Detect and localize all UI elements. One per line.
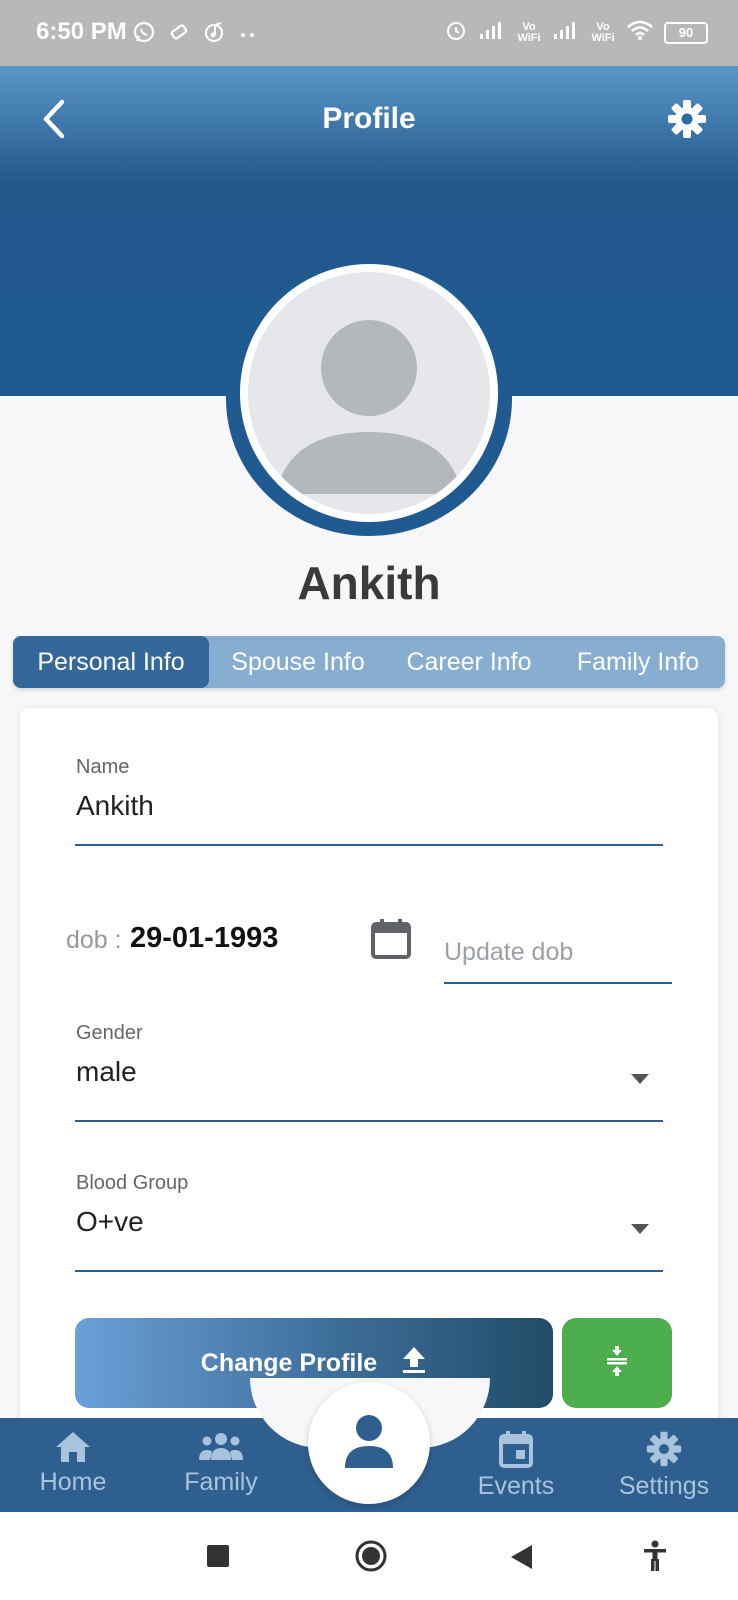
nav-family[interactable]: Family [151, 1430, 291, 1497]
back-triangle-icon[interactable] [508, 1543, 534, 1576]
tab-spouse-info[interactable]: Spouse Info [209, 636, 387, 688]
dob-label: dob : [66, 926, 122, 954]
change-profile-label: Change Profile [200, 1348, 378, 1377]
nav-family-label: Family [184, 1468, 258, 1496]
tab-family-info[interactable]: Family Info [551, 636, 725, 688]
status-time: 6:50 PM [36, 18, 127, 45]
event-calendar-icon [446, 1430, 586, 1468]
update-dob-underline [444, 982, 672, 984]
chevron-down-icon[interactable] [631, 1224, 649, 1234]
blood-group-select[interactable]: O+ve [76, 1206, 144, 1238]
recents-square-icon[interactable] [206, 1544, 230, 1573]
nav-home-label: Home [39, 1468, 107, 1496]
name-underline [75, 844, 663, 846]
upload-icon [401, 1345, 427, 1382]
home-icon [3, 1430, 143, 1464]
battery-icon: 90 [664, 21, 708, 44]
compress-button[interactable] [562, 1318, 672, 1408]
gender-select[interactable]: male [76, 1056, 137, 1088]
nav-settings-label: Settings [618, 1472, 710, 1500]
accessibility-icon[interactable] [642, 1540, 668, 1577]
alarm-icon [444, 18, 468, 47]
more-dots-icon [238, 26, 258, 44]
person-icon [342, 1413, 396, 1474]
vowifi-label: Vo WiFi [591, 20, 615, 44]
settings-button[interactable] [666, 98, 708, 140]
wifi-icon [626, 19, 654, 46]
compress-icon [604, 1345, 630, 1382]
profile-name: Ankith [297, 557, 441, 609]
nav-events-label: Events [477, 1472, 555, 1500]
calendar-icon[interactable] [370, 918, 412, 960]
gender-underline [75, 1120, 663, 1122]
dob-value: 29-01-1993 [130, 922, 279, 954]
nav-events[interactable]: Events [446, 1430, 586, 1501]
family-icon [151, 1430, 291, 1464]
name-field[interactable]: Ankith [76, 790, 154, 822]
nav-home[interactable]: Home [3, 1430, 143, 1497]
blood-group-underline [75, 1270, 663, 1272]
tab-personal-info[interactable]: Personal Info [13, 636, 209, 688]
blood-group-label: Blood Group [76, 1172, 189, 1194]
signal-icon [478, 20, 506, 45]
profile-tabs: Personal Info Spouse Info Career Info Fa… [13, 636, 725, 688]
nav-profile-button[interactable] [308, 1382, 430, 1504]
whatsapp-icon [132, 20, 156, 49]
chevron-down-icon[interactable] [631, 1074, 649, 1084]
update-dob-input[interactable] [444, 920, 672, 980]
gear-icon [666, 100, 708, 144]
gender-label: Gender [76, 1022, 143, 1044]
status-bar: 6:50 PM Vo WiFi Vo WiFi 90 [0, 0, 738, 66]
default-avatar-icon [248, 272, 490, 514]
status-left-icons [132, 20, 258, 49]
avatar[interactable] [240, 264, 498, 522]
nav-settings[interactable]: Settings [594, 1430, 734, 1501]
tag-icon [168, 21, 190, 48]
tab-career-info[interactable]: Career Info [387, 636, 551, 688]
name-label: Name [76, 756, 130, 778]
page-title: Profile [322, 102, 416, 135]
vowifi-label: Vo WiFi [517, 20, 541, 44]
home-circle-icon[interactable] [354, 1539, 388, 1578]
music-icon [202, 20, 226, 49]
signal-icon [552, 20, 580, 45]
status-right-icons: Vo WiFi Vo WiFi 90 [444, 18, 708, 47]
gear-icon [594, 1430, 734, 1468]
